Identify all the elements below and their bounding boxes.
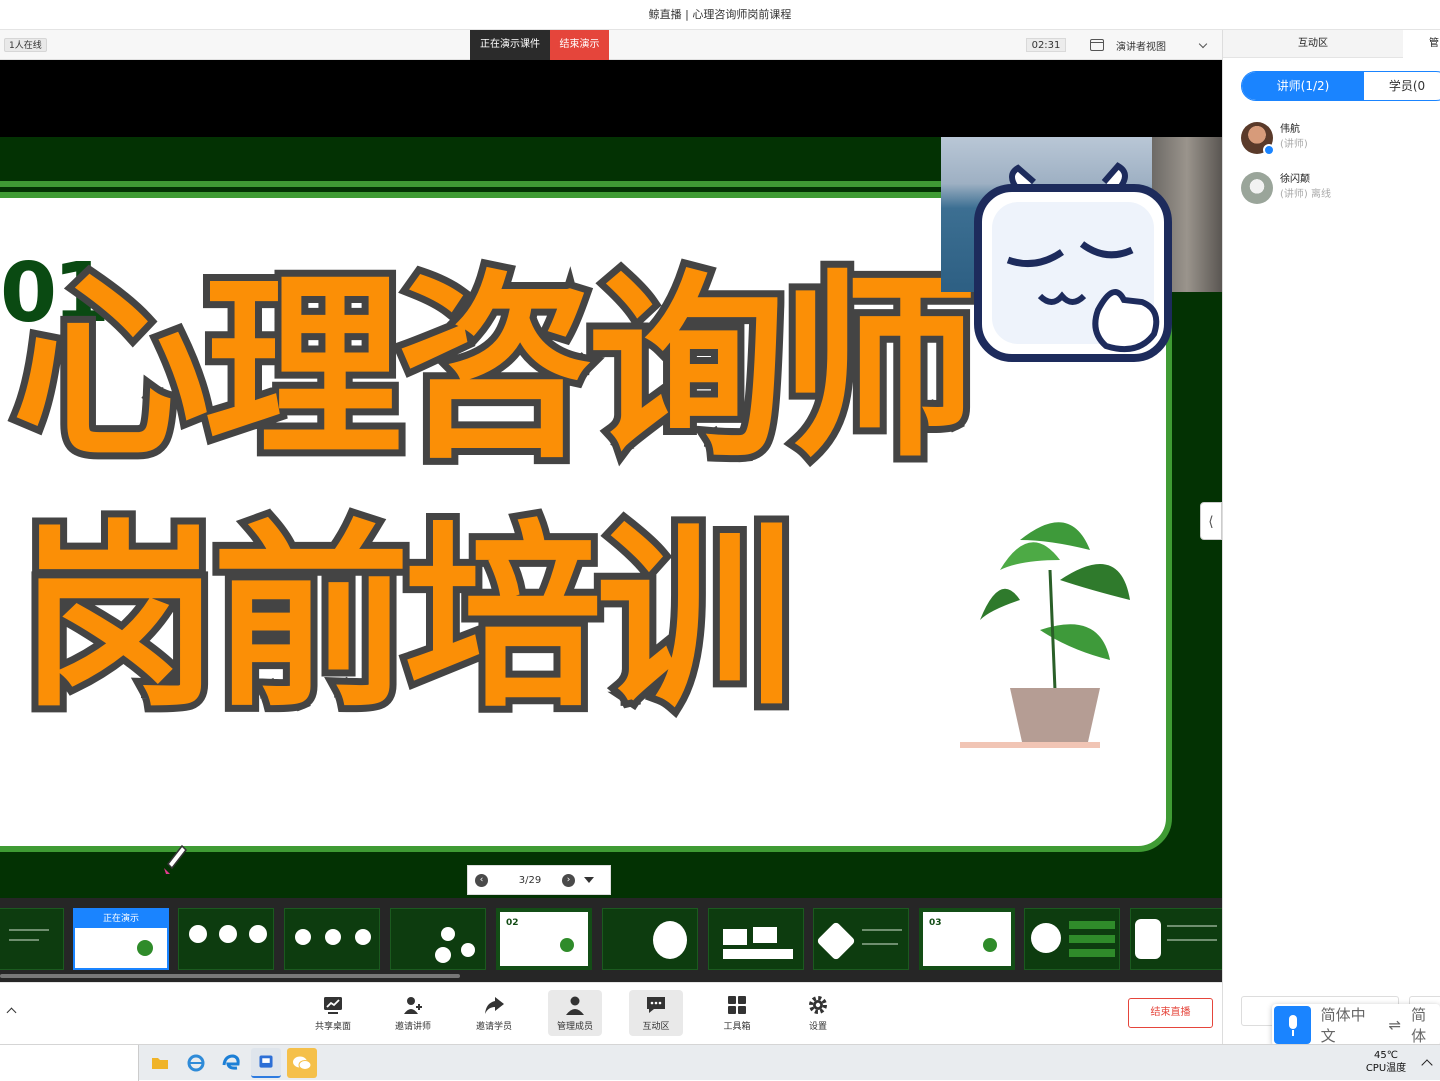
slide-thumbnail[interactable] (178, 908, 274, 970)
slide-thumbnail[interactable] (0, 908, 64, 970)
wechat-icon[interactable] (287, 1048, 317, 1078)
tray-expand-icon[interactable] (1421, 1059, 1433, 1071)
slide-thumbnail-active[interactable]: 正在演示 (73, 908, 169, 970)
pager-dropdown-icon[interactable] (584, 877, 594, 883)
slide-thumbnail[interactable] (1130, 908, 1222, 970)
view-mode-value: 演讲者视图 (1116, 41, 1166, 53)
camera-badge-icon (1263, 144, 1275, 156)
session-timer: 02:31 (1026, 38, 1066, 52)
members-icon (566, 996, 584, 1015)
presenting-status: 正在演示课件 (470, 30, 550, 60)
member-status: 离线 (1311, 189, 1331, 200)
window-title: 鲸直播 | 心理咨询师岗前课程 (0, 0, 1440, 30)
panel-collapse-button[interactable]: ⟨ (1200, 502, 1222, 540)
interaction-button[interactable]: 互动区 (629, 990, 683, 1036)
toolbox-icon (728, 996, 746, 1014)
expand-up-icon[interactable] (6, 1007, 17, 1018)
settings-button[interactable]: 设置 (791, 990, 845, 1036)
view-mode-select[interactable]: 演讲者视图 (1084, 34, 1212, 56)
avatar (1241, 172, 1273, 204)
active-slide-caption: 正在演示 (75, 910, 167, 928)
slide-thumbnail[interactable] (813, 908, 909, 970)
slide-thumbnail[interactable] (390, 908, 486, 970)
gear-icon (809, 996, 827, 1014)
microphone-icon[interactable] (1274, 1006, 1311, 1044)
taskbar-search[interactable] (0, 1045, 139, 1081)
slide-pager: ‹ 3/29 › (467, 865, 611, 895)
cpu-temperature: 45℃ CPU温度 (1365, 1050, 1407, 1074)
share-screen-button[interactable]: 共享桌面 (306, 990, 360, 1036)
chat-icon (647, 997, 665, 1013)
presentation-toolbar: 1人在线 正在演示课件 结束演示 02:31 演讲者视图 (0, 30, 1222, 60)
calendar-icon (1090, 39, 1104, 51)
avatar (1241, 122, 1275, 156)
member-name: 徐闪颠 (1280, 174, 1310, 185)
segment-lecturers[interactable]: 讲师(1/2) (1242, 72, 1364, 100)
member-item[interactable]: 伟航 (讲师) (1241, 122, 1308, 156)
right-panel: 互动区 管 讲师(1/2) 学员(0 伟航 (讲师) 徐闪颠 (讲师) 离线 (1222, 30, 1440, 1044)
toolbox-button[interactable]: 工具箱 (710, 990, 764, 1036)
sticker-title-line2: 岗前培训 (13, 503, 801, 734)
ime-language[interactable]: 简体中文 (1321, 1004, 1379, 1046)
slide-thumbnail[interactable] (708, 908, 804, 970)
ie-browser-icon[interactable] (181, 1048, 211, 1078)
pen-cursor-icon (164, 844, 187, 874)
member-item[interactable]: 徐闪颠 (讲师) 离线 (1241, 172, 1331, 204)
slide-thumbnail[interactable]: 02 (496, 908, 592, 970)
thumbnail-scrollbar[interactable] (0, 974, 460, 978)
member-role: (讲师) (1280, 139, 1308, 150)
tab-manage[interactable]: 管 (1403, 30, 1440, 58)
plant-illustration (960, 522, 1130, 748)
os-taskbar: 45℃ CPU温度 (0, 1044, 1440, 1081)
page-indicator: 3/29 (518, 874, 542, 886)
online-count: 1人在线 (4, 38, 47, 52)
slide-thumbnail[interactable]: 03 (919, 908, 1015, 970)
bottom-toolbar: 共享桌面 邀请讲师 邀请学员 管理成员 互动区 工具箱 设置 结束直播 (0, 982, 1222, 1044)
slide-thumbnail-strip[interactable]: 正在演示 02 03 (0, 898, 1222, 982)
slide-thumbnail[interactable] (602, 908, 698, 970)
edge-browser-icon[interactable] (216, 1048, 246, 1078)
member-segment-control: 讲师(1/2) 学员(0 (1241, 71, 1440, 101)
slide-thumbnail[interactable] (284, 908, 380, 970)
end-presentation-button[interactable]: 结束演示 (550, 30, 609, 60)
next-slide-icon[interactable]: › (562, 873, 575, 887)
ime-language-2[interactable]: 简体 (1411, 1004, 1440, 1046)
invite-lecturer-button[interactable]: 邀请讲师 (386, 990, 440, 1036)
manage-members-button[interactable]: 管理成员 (548, 990, 602, 1036)
sticker-title-line1: 心理咨询师 (5, 253, 985, 484)
ime-switch-icon[interactable]: ⇌ (1388, 1016, 1401, 1034)
segment-students[interactable]: 学员(0 (1364, 72, 1440, 100)
previous-slide-icon[interactable]: ‹ (475, 873, 488, 887)
ime-toolbar: 简体中文 ⇌ 简体 (1272, 1004, 1440, 1046)
slide-stage[interactable]: 01 心理咨询师 岗前培训 ⟨ ‹ 3/29 › (0, 60, 1222, 898)
invite-lecturer-icon (404, 997, 422, 1014)
member-name: 伟航 (1280, 124, 1300, 135)
member-role: (讲师) (1280, 189, 1308, 200)
file-explorer-icon[interactable] (145, 1048, 175, 1078)
invite-student-button[interactable]: 邀请学员 (467, 990, 521, 1036)
slide-thumbnail[interactable] (1024, 908, 1120, 970)
share-arrow-icon (485, 997, 504, 1014)
live-app-icon[interactable] (251, 1048, 281, 1078)
chevron-down-icon (1198, 39, 1208, 48)
end-live-button[interactable]: 结束直播 (1128, 998, 1213, 1028)
tv-mascot-sticker (974, 162, 1172, 362)
tab-interaction[interactable]: 互动区 (1223, 30, 1403, 58)
share-screen-icon (324, 997, 342, 1014)
